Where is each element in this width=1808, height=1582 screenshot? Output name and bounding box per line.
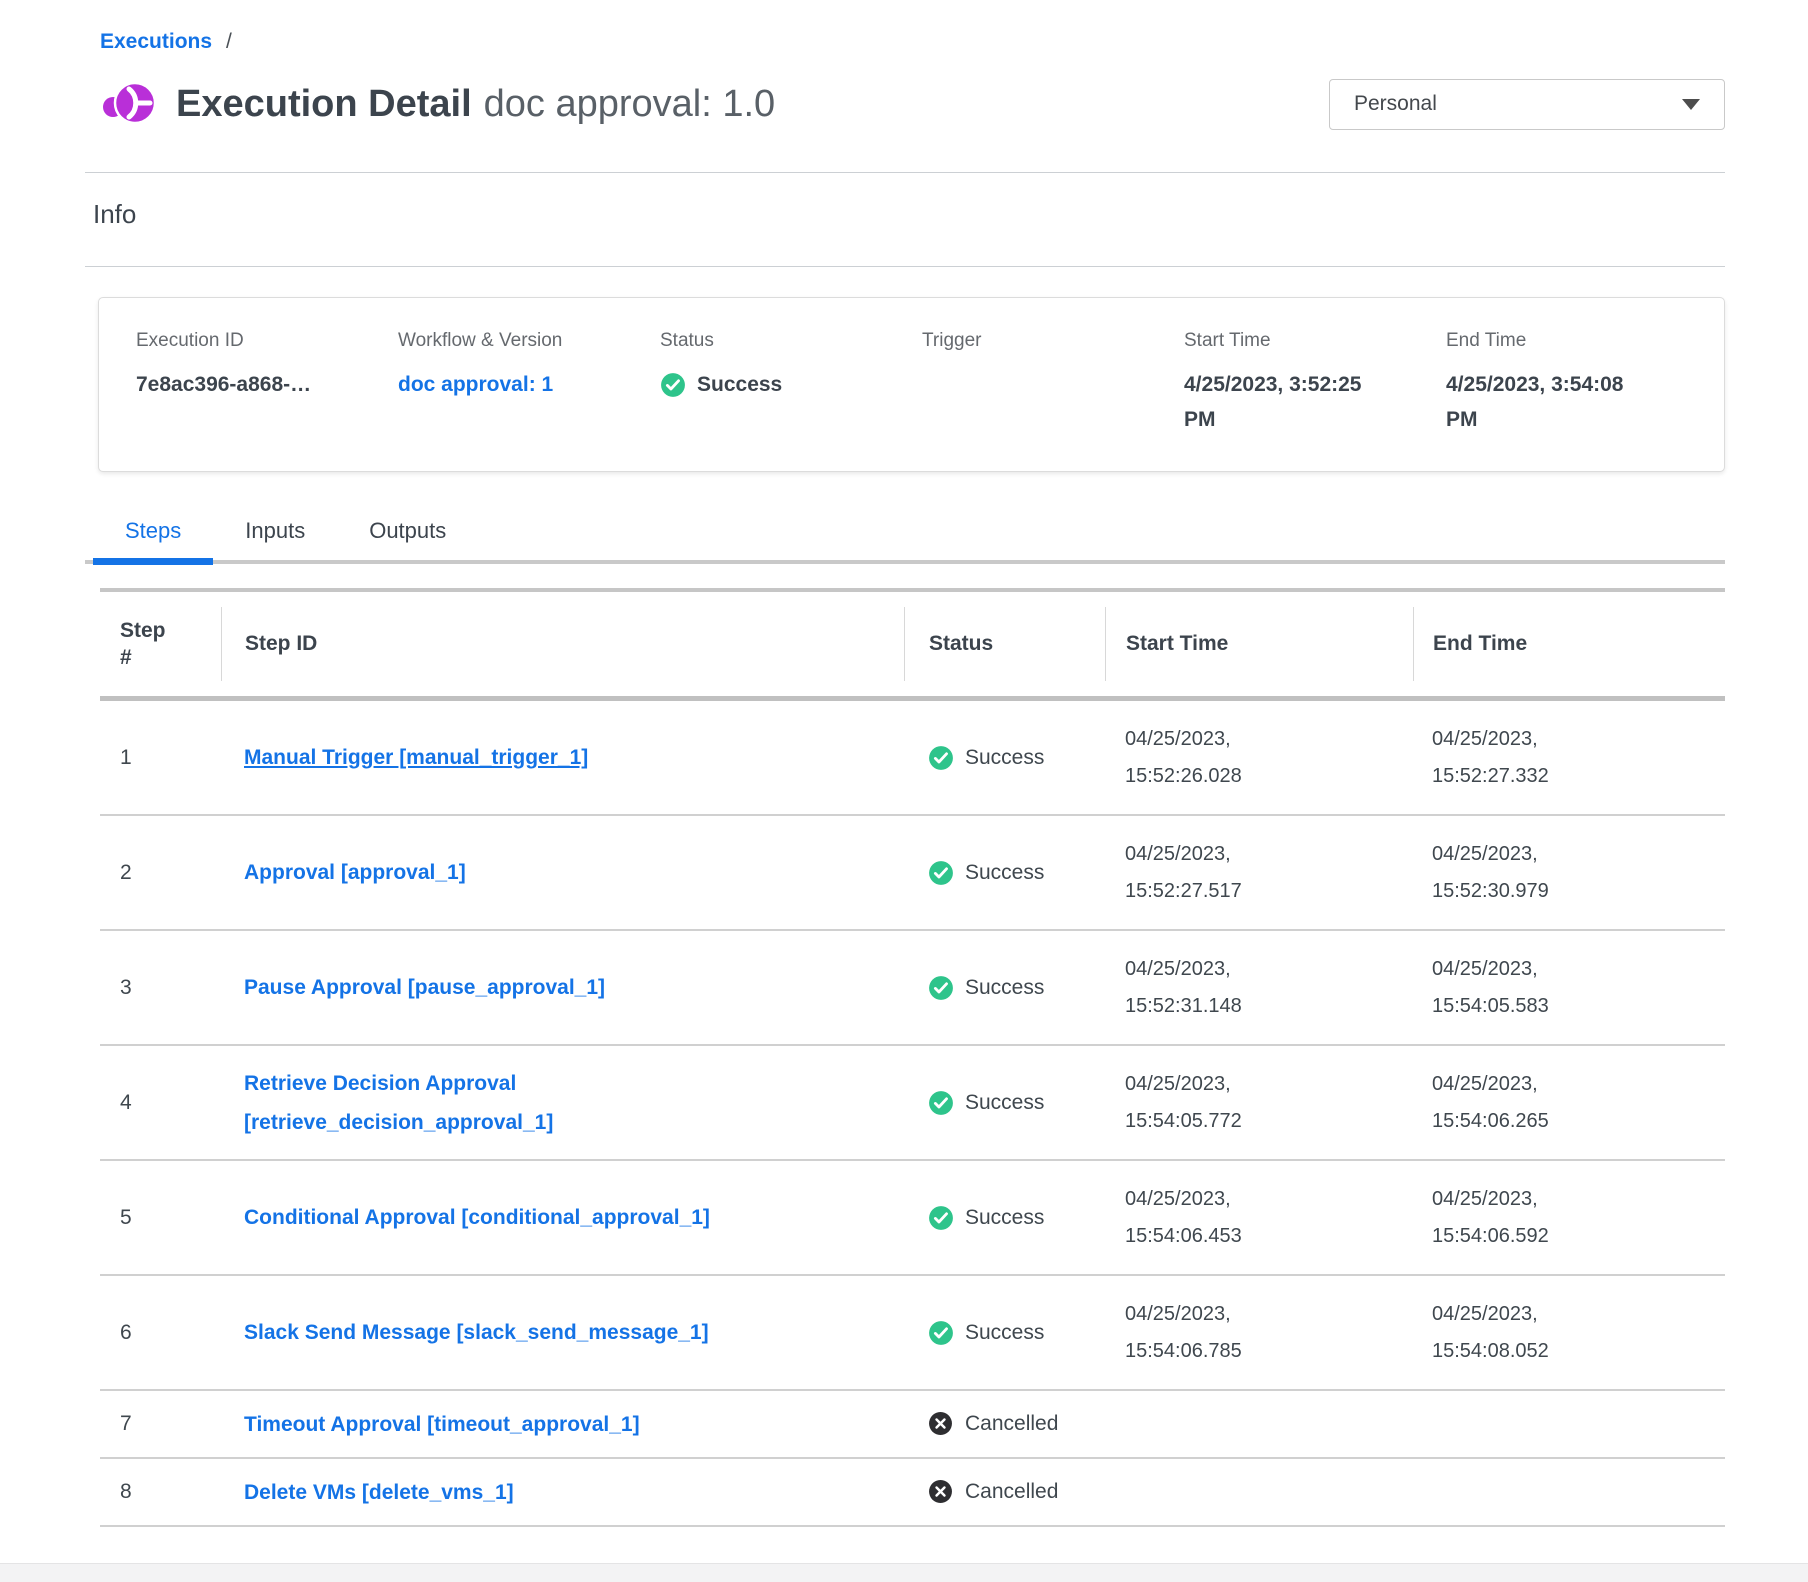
step-status: Cancelled (965, 1480, 1058, 1504)
info-heading: Info (93, 199, 1725, 230)
end-time-label: End Time (1446, 330, 1724, 352)
step-link[interactable]: Slack Send Message [slack_send_message_1… (244, 1313, 709, 1352)
end-time-field: End Time 4/25/2023, 3:54:08 PM (1446, 330, 1724, 471)
check-circle-icon (660, 372, 686, 398)
check-circle-icon (928, 745, 954, 771)
step-link[interactable]: Pause Approval [pause_approval_1] (244, 968, 605, 1007)
steps-table-body: 1 Manual Trigger [manual_trigger_1] Succes… (100, 701, 1725, 1527)
title-row: Execution Detail doc approval: 1.0 Person… (85, 54, 1725, 132)
step-link[interactable]: Retrieve Decision Approval[retrieve_deci… (244, 1064, 553, 1142)
trigger-field: Trigger (922, 330, 1184, 471)
step-number: 2 (100, 861, 221, 885)
x-circle-icon (928, 1479, 954, 1505)
step-end-time: 04/25/2023,15:52:30.979 (1413, 836, 1725, 910)
step-link[interactable]: Approval [approval_1] (244, 853, 466, 892)
trigger-label: Trigger (922, 330, 1184, 352)
table-row: 6 Slack Send Message [slack_send_message_… (100, 1276, 1725, 1391)
steps-table: Step # Step ID Status Start Time End Tim… (100, 588, 1725, 1527)
info-divider (85, 266, 1725, 267)
step-link[interactable]: Timeout Approval [timeout_approval_1] (244, 1405, 640, 1444)
step-end-time: 04/25/2023,15:52:27.332 (1413, 721, 1725, 795)
step-number: 5 (100, 1206, 221, 1230)
step-number: 8 (100, 1480, 221, 1504)
step-status: Success (965, 1206, 1044, 1230)
page-subtitle: doc approval: 1.0 (484, 83, 776, 125)
start-time-field: Start Time 4/25/2023, 3:52:25 PM (1184, 330, 1446, 471)
step-link[interactable]: Delete VMs [delete_vms_1] (244, 1473, 514, 1512)
column-header-status: Status (904, 607, 1105, 681)
end-time-value: 4/25/2023, 3:54:08 PM (1446, 367, 1651, 437)
step-end-time: 04/25/2023,15:54:08.052 (1413, 1296, 1725, 1370)
table-row: 2 Approval [approval_1] Success 04/25/2023,… (100, 816, 1725, 931)
tab-outputs[interactable]: Outputs (337, 518, 478, 560)
step-start-time: 04/25/2023,15:54:05.772 (1105, 1066, 1413, 1140)
check-circle-icon (928, 1090, 954, 1116)
check-circle-icon (928, 1320, 954, 1346)
step-number: 6 (100, 1321, 221, 1345)
workspace-dropdown[interactable]: Personal (1329, 79, 1725, 130)
step-end-time: 04/25/2023,15:54:05.583 (1413, 951, 1725, 1025)
x-circle-icon (928, 1411, 954, 1437)
tabbar: Steps Inputs Outputs (85, 518, 1725, 564)
check-circle-icon (928, 1205, 954, 1231)
step-link[interactable]: Manual Trigger [manual_trigger_1] (244, 738, 588, 777)
table-row: 1 Manual Trigger [manual_trigger_1] Succes… (100, 701, 1725, 816)
column-header-step-id: Step ID (221, 607, 904, 681)
table-row: 3 Pause Approval [pause_approval_1] Succes… (100, 931, 1725, 1046)
table-row: 5 Conditional Approval [conditional_appro… (100, 1161, 1725, 1276)
workflow-version-link[interactable]: doc approval: 1 (398, 367, 660, 402)
step-start-time: 04/25/2023,15:54:06.785 (1105, 1296, 1413, 1370)
step-number: 3 (100, 976, 221, 1000)
tab-inputs[interactable]: Inputs (213, 518, 337, 560)
tab-steps[interactable]: Steps (93, 518, 213, 560)
column-header-step-num: Step # (100, 607, 221, 681)
table-row: 7 Timeout Approval [timeout_approval_1] Ca… (100, 1391, 1725, 1459)
workflow-version-label: Workflow & Version (398, 330, 660, 352)
step-number: 1 (100, 746, 221, 770)
start-time-label: Start Time (1184, 330, 1446, 352)
status-label: Status (660, 330, 922, 352)
info-card: Execution ID 7e8ac396-a868-… Workflow & … (98, 297, 1725, 472)
step-status: Success (965, 1321, 1044, 1345)
step-status: Cancelled (965, 1412, 1058, 1436)
caret-down-icon (1682, 99, 1700, 110)
page-title: Execution Detail (176, 83, 472, 125)
status-value: Success (697, 367, 782, 402)
breadcrumb: Executions / (85, 0, 1725, 54)
step-number: 4 (100, 1091, 221, 1115)
breadcrumb-link-executions[interactable]: Executions (100, 30, 212, 53)
steps-table-header: Step # Step ID Status Start Time End Tim… (100, 588, 1725, 701)
breadcrumb-separator: / (226, 30, 232, 53)
workspace-dropdown-value: Personal (1354, 92, 1437, 116)
step-status: Success (965, 1091, 1044, 1115)
start-time-value: 4/25/2023, 3:52:25 PM (1184, 367, 1389, 437)
status-field: Status Success (660, 330, 922, 471)
step-status: Success (965, 746, 1044, 770)
execution-id-value: 7e8ac396-a868-… (136, 367, 398, 402)
column-header-start-time: Start Time (1105, 607, 1413, 681)
step-start-time: 04/25/2023,15:54:06.453 (1105, 1181, 1413, 1255)
step-link[interactable]: Conditional Approval [conditional_approv… (244, 1198, 710, 1237)
step-start-time: 04/25/2023,15:52:27.517 (1105, 836, 1413, 910)
table-row: 4 Retrieve Decision Approval[retrieve_dec… (100, 1046, 1725, 1161)
step-end-time: 04/25/2023,15:54:06.592 (1413, 1181, 1725, 1255)
check-circle-icon (928, 975, 954, 1001)
execution-detail-page: Executions / Execution Detail doc approval… (85, 0, 1725, 1527)
workflow-version-field: Workflow & Version doc approval: 1 (398, 330, 660, 471)
check-circle-icon (928, 860, 954, 886)
step-status: Success (965, 861, 1044, 885)
step-end-time: 04/25/2023,15:54:06.265 (1413, 1066, 1725, 1140)
execution-id-label: Execution ID (136, 330, 398, 352)
step-number: 7 (100, 1412, 221, 1436)
column-header-end-time: End Time (1413, 607, 1725, 681)
page-bottom-background (0, 1563, 1808, 1582)
step-start-time: 04/25/2023,15:52:26.028 (1105, 721, 1413, 795)
step-status: Success (965, 976, 1044, 1000)
workflow-icon (100, 76, 156, 132)
execution-id-field: Execution ID 7e8ac396-a868-… (136, 330, 398, 471)
step-start-time: 04/25/2023,15:52:31.148 (1105, 951, 1413, 1025)
table-row: 8 Delete VMs [delete_vms_1] Cancelled (100, 1459, 1725, 1527)
title-divider (85, 172, 1725, 173)
